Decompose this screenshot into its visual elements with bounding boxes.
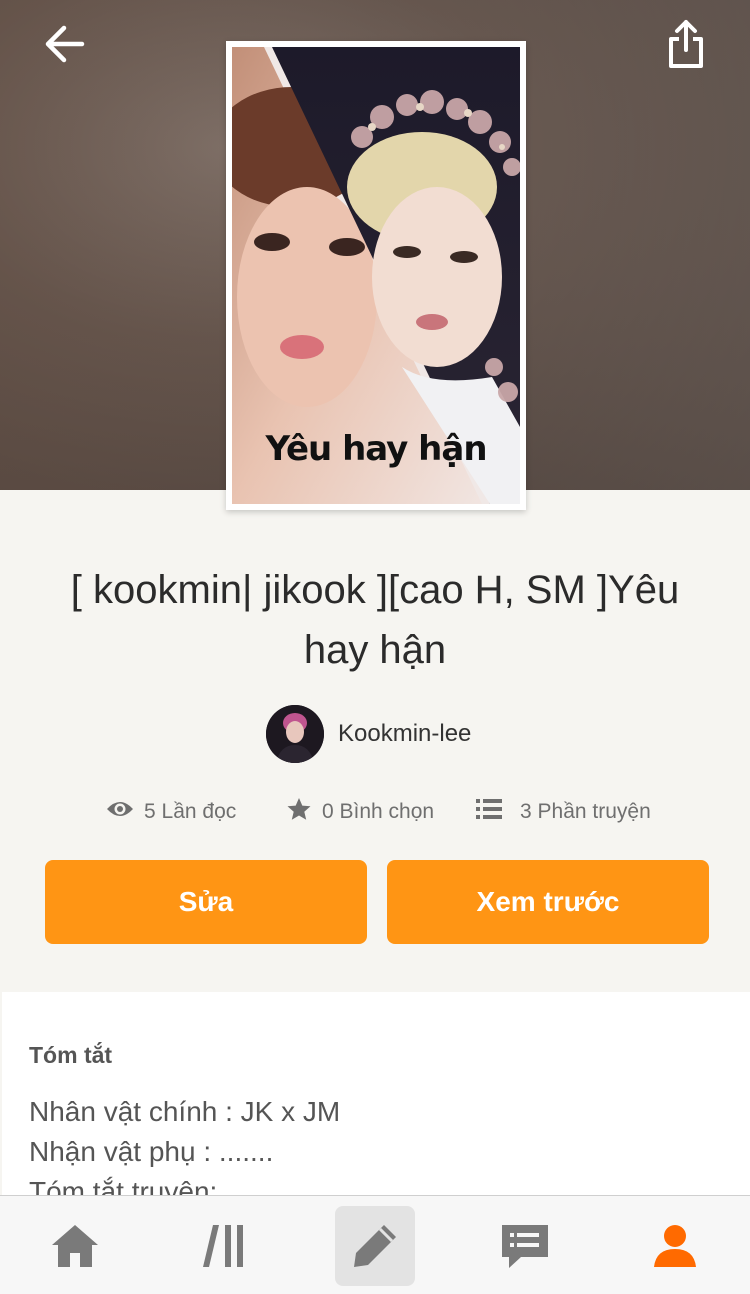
author-name[interactable]: Kookmin-lee (338, 720, 471, 748)
list-icon (476, 798, 502, 826)
eye-icon (106, 799, 134, 825)
reads-stat: 5 Lần đọc (106, 792, 236, 832)
votes-count: 0 Bình chọn (322, 800, 435, 823)
profile-icon (654, 1225, 696, 1267)
parts-stat: 3 Phần truyện (476, 792, 651, 832)
cover-title-text: Yêu hay hận (265, 429, 487, 469)
cover-artwork: Yêu hay hận (232, 47, 520, 504)
author-avatar[interactable] (266, 705, 324, 763)
nav-home[interactable] (35, 1206, 115, 1286)
library-icon (203, 1225, 243, 1267)
reads-count: 5 Lần đọc (144, 800, 237, 823)
write-icon (354, 1225, 396, 1267)
messages-icon (502, 1225, 548, 1268)
summary-line: Nhận vật phụ : ....... (29, 1136, 274, 1167)
home-icon (52, 1225, 98, 1267)
summary-section: Tóm tắt Nhân vật chính : JK x JM Nhận vậ… (2, 992, 750, 1212)
edit-button[interactable]: Sửa (45, 860, 367, 944)
author-row[interactable]: Kookmin-lee (266, 704, 471, 764)
back-button[interactable] (36, 20, 92, 68)
avatar-image (266, 705, 324, 763)
story-cover[interactable]: Yêu hay hận (226, 41, 526, 510)
nav-write[interactable] (335, 1206, 415, 1286)
summary-heading: Tóm tắt (29, 1042, 113, 1068)
story-stats: 5 Lần đọc 0 Bình chọn 3 Phần truyện (0, 792, 750, 832)
story-details-page: Yêu hay hận [ kookmin| jikook ][cao H, S… (0, 0, 750, 1294)
story-title: [ kookmin| jikook ][cao H, SM ]Yêu hay h… (70, 568, 680, 672)
nav-library[interactable] (185, 1206, 265, 1286)
arrow-left-icon (45, 25, 85, 63)
nav-profile[interactable] (635, 1206, 715, 1286)
nav-messages[interactable] (485, 1206, 565, 1286)
share-button[interactable] (660, 16, 712, 72)
parts-count: 3 Phần truyện (520, 800, 651, 823)
votes-stat: 0 Bình chọn (286, 792, 434, 832)
preview-button[interactable]: Xem trước (387, 860, 709, 944)
share-icon (669, 20, 703, 68)
summary-line: Nhân vật chính : JK x JM (29, 1096, 341, 1127)
star-icon (286, 797, 312, 827)
bottom-navigation (0, 1195, 750, 1294)
